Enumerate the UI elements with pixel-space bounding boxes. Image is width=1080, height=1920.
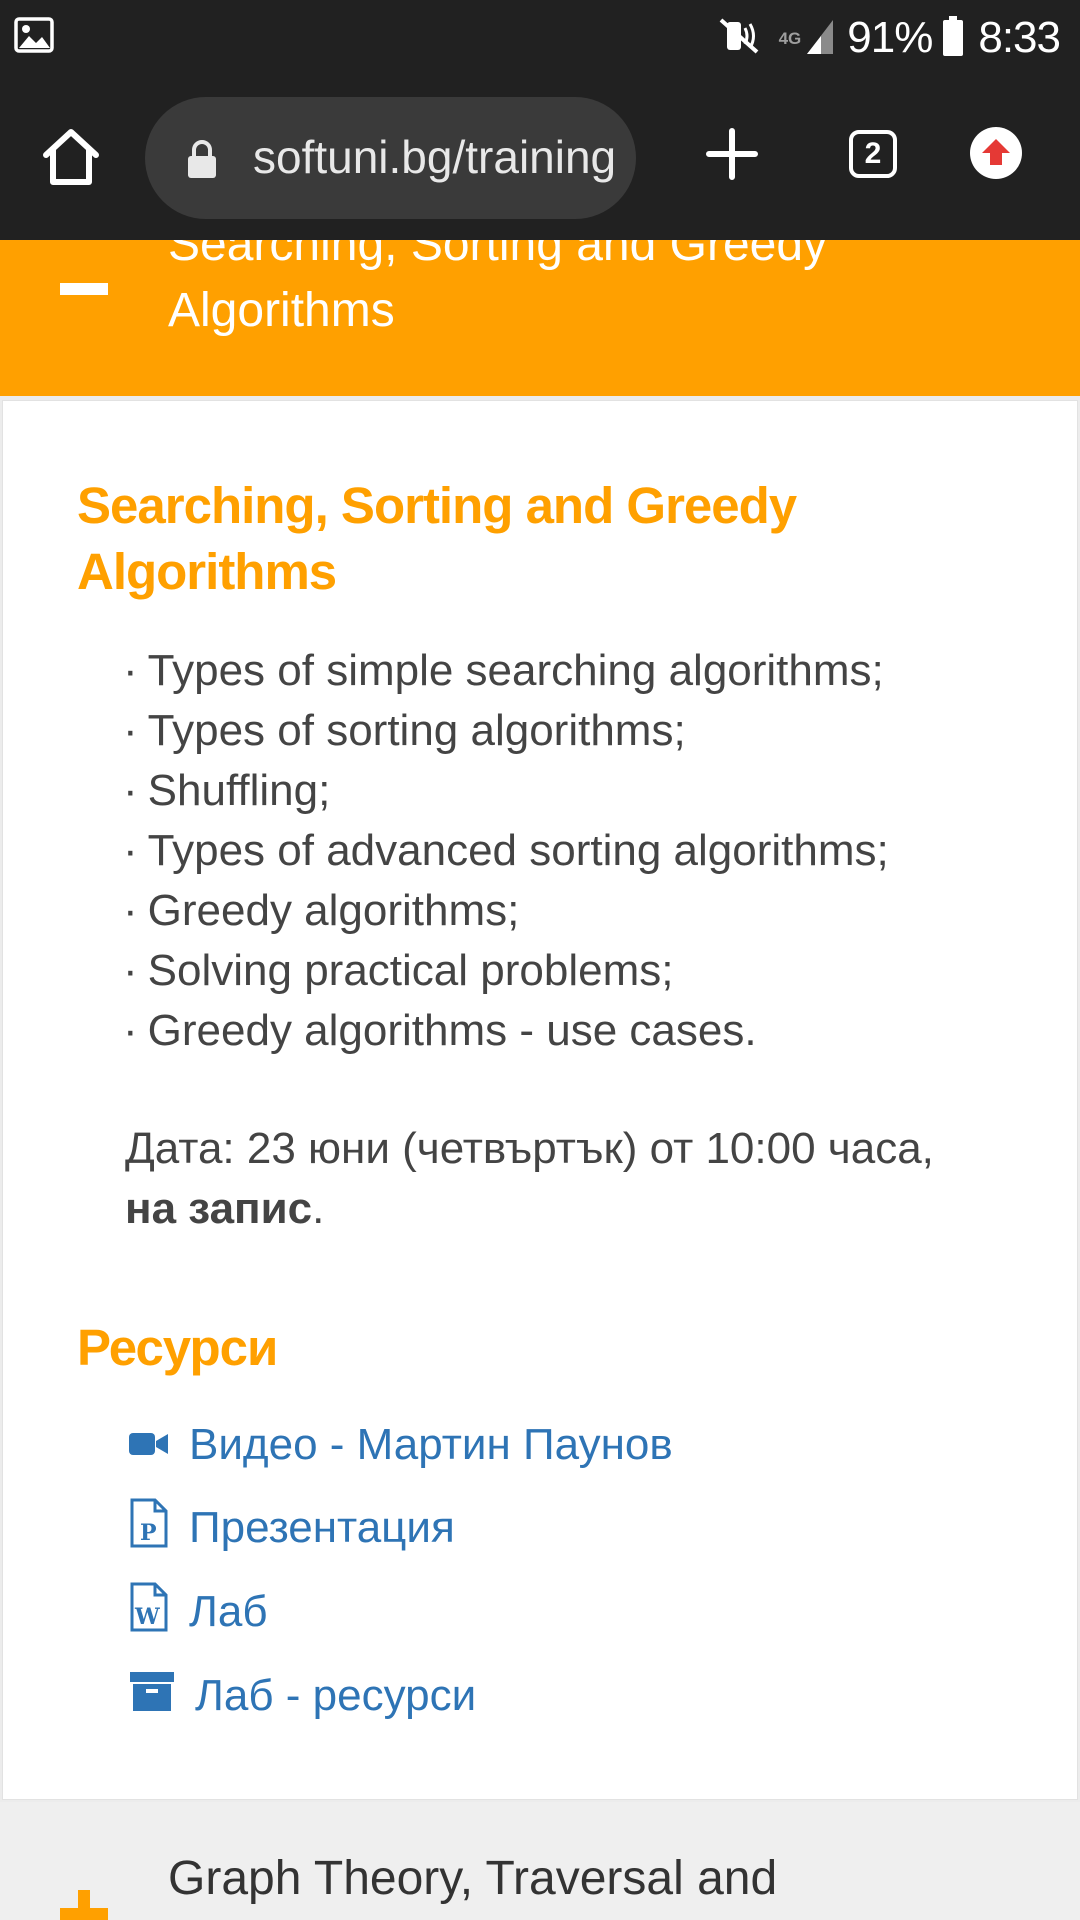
accordion-title[interactable]: Searching, Sorting and Greedy Algorithms — [168, 240, 1008, 344]
status-icons: 4G 91% 8:33 — [717, 8, 1061, 68]
battery-percent: 91% — [847, 13, 933, 62]
resource-label[interactable]: Лаб — [189, 1587, 268, 1637]
list-item: · Greedy algorithms; — [123, 886, 520, 935]
clock: 8:33 — [978, 13, 1061, 62]
topic-text: Types of simple searching algorithms; — [147, 646, 884, 695]
list-item: · Types of sorting algorithms; — [123, 706, 686, 755]
tabs-icon[interactable]: 2 — [849, 130, 897, 178]
resource-link-lab-resources[interactable]: Лаб - ресурси — [129, 1666, 476, 1726]
collapse-icon[interactable] — [60, 283, 108, 295]
topic-text: Types of sorting algorithms; — [147, 706, 686, 755]
resource-link-video[interactable]: Видео - Мартин Паунов — [129, 1415, 673, 1475]
url-bar[interactable]: softuni.bg/training — [145, 97, 636, 219]
topic-text: Solving practical problems; — [147, 946, 674, 995]
mute-icon — [717, 16, 761, 61]
lesson-title: Searching, Sorting and Greedy Algorithms — [77, 477, 797, 600]
home-icon[interactable] — [40, 127, 102, 187]
video-camera-icon — [129, 1420, 169, 1470]
date-text: Дата: 23 юни (четвъртък) от 10:00 часа, — [125, 1124, 934, 1173]
list-item: · Greedy algorithms - use cases. — [123, 1006, 757, 1055]
recording-suffix: . — [312, 1184, 325, 1233]
status-bar: 4G 91% 8:33 — [0, 0, 1080, 76]
resource-label[interactable]: Презентация — [189, 1503, 455, 1553]
topic-text: Types of advanced sorting algorithms; — [147, 826, 889, 875]
list-item: · Shuffling; — [123, 766, 331, 815]
topic-text: Greedy algorithms; — [147, 886, 520, 935]
powerpoint-file-icon: P — [129, 1498, 169, 1559]
topic-list: · Types of simple searching algorithms; ·… — [123, 641, 1023, 1061]
resources-title: Ресурси — [77, 1319, 278, 1376]
topic-text: Shuffling; — [147, 766, 331, 815]
lesson-date: Дата: 23 юни (четвъртък) от 10:00 часа, … — [125, 1119, 1025, 1239]
gallery-icon — [14, 17, 54, 58]
resource-label[interactable]: Видео - Мартин Паунов — [189, 1420, 673, 1470]
accordion-title[interactable]: Graph Theory, Traversal and — [168, 1846, 1008, 1912]
signal-icon — [805, 16, 835, 61]
update-icon[interactable] — [970, 127, 1022, 179]
archive-box-icon — [129, 1670, 175, 1723]
list-item: · Types of advanced sorting algorithms; — [123, 826, 889, 875]
lesson-card: Searching, Sorting and Greedy Algorithms… — [2, 400, 1078, 1800]
battery-icon — [942, 15, 964, 61]
topic-text: Greedy algorithms - use cases. — [147, 1006, 757, 1055]
list-item: · Types of simple searching algorithms; — [123, 646, 884, 695]
recording-label: на запис — [125, 1184, 313, 1233]
resource-link-presentation[interactable]: P Презентация — [129, 1498, 455, 1558]
list-item: · Solving practical problems; — [123, 946, 674, 995]
resource-link-lab[interactable]: W Лаб — [129, 1582, 268, 1642]
accordion-header-collapsed[interactable]: Graph Theory, Traversal and — [0, 1802, 1080, 1920]
resource-label[interactable]: Лаб - ресурси — [195, 1671, 476, 1721]
accordion-header-open[interactable]: Searching, Sorting and Greedy Algorithms — [0, 240, 1080, 396]
expand-icon[interactable] — [60, 1890, 108, 1920]
network-type: 4G — [778, 28, 802, 48]
browser-toolbar: softuni.bg/training 2 — [0, 76, 1080, 240]
word-file-icon: W — [129, 1582, 169, 1643]
svg-text:P: P — [140, 1520, 157, 1546]
plus-icon[interactable] — [706, 128, 758, 180]
svg-text:W: W — [134, 1604, 160, 1630]
url-text[interactable]: softuni.bg/training — [253, 127, 623, 187]
lock-icon — [185, 139, 219, 184]
